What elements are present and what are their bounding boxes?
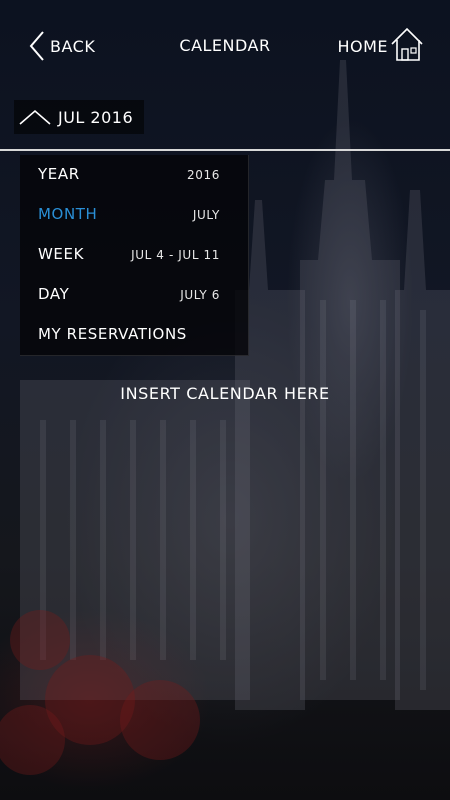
menu-item-value: JULY 6 xyxy=(180,288,220,302)
menu-item-month[interactable]: MONTH JULY xyxy=(20,195,248,235)
current-month-label: JUL 2016 xyxy=(58,107,134,127)
menu-item-label: WEEK xyxy=(38,245,85,263)
calendar-placeholder-text: INSERT CALENDAR HERE xyxy=(120,384,330,403)
house-icon xyxy=(390,26,424,62)
menu-item-value: JULY xyxy=(192,208,220,222)
month-selector-toggle[interactable]: JUL 2016 xyxy=(14,100,144,134)
menu-item-value: JUL 4 - JUL 11 xyxy=(131,248,220,262)
home-label: HOME xyxy=(337,36,388,56)
menu-item-label: DAY xyxy=(38,285,70,303)
menu-item-year[interactable]: YEAR 2016 xyxy=(20,155,248,195)
menu-item-label: MY RESERVATIONS xyxy=(38,325,187,343)
menu-item-label: MONTH xyxy=(38,205,98,223)
home-button[interactable]: HOME xyxy=(337,26,424,62)
menu-item-week[interactable]: WEEK JUL 4 - JUL 11 xyxy=(20,235,248,275)
menu-item-my-reservations[interactable]: MY RESERVATIONS xyxy=(20,315,248,355)
header-divider xyxy=(0,149,450,151)
top-navigation-bar: BACK CALENDAR HOME xyxy=(0,0,450,92)
menu-item-day[interactable]: DAY JULY 6 xyxy=(20,275,248,315)
chevron-up-icon xyxy=(18,107,52,127)
calendar-view-menu: YEAR 2016 MONTH JULY WEEK JUL 4 - JUL 11… xyxy=(20,155,249,356)
menu-item-label: YEAR xyxy=(38,165,80,183)
menu-item-value: 2016 xyxy=(187,168,220,182)
